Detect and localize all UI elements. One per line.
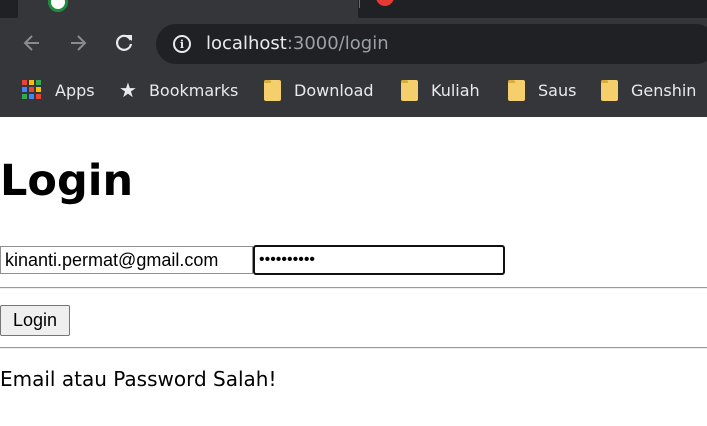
star-icon: ★ (119, 78, 137, 102)
reload-icon (116, 34, 133, 51)
bookmark-label: Apps (55, 80, 95, 100)
tab-strip (0, 0, 707, 18)
tab-active[interactable] (18, 0, 358, 18)
tab-favicon-icon[interactable] (376, 0, 394, 6)
reload-button[interactable] (111, 30, 137, 56)
bookmark-label: Kuliah (431, 80, 480, 100)
divider (0, 287, 707, 289)
url-text[interactable]: localhost:3000/login (206, 34, 389, 54)
bookmark-label: Saus (538, 80, 577, 100)
email-field[interactable] (0, 246, 253, 274)
page-content: Login Login Email atau Password Salah! (0, 117, 707, 426)
tab-favicon-icon (48, 0, 68, 12)
address-bar[interactable]: i localhost:3000/login (156, 24, 707, 64)
bookmark-label: Bookmarks (148, 80, 239, 100)
folder-icon (601, 79, 618, 101)
bookmark-download[interactable]: Download (264, 70, 374, 110)
apps-grid-icon (22, 80, 42, 100)
bookmark-kuliah[interactable]: Kuliah (401, 70, 480, 110)
folder-icon (401, 79, 418, 101)
browser-chrome: i localhost:3000/login Apps ★ Bookmarks … (0, 0, 707, 117)
error-message: Email atau Password Salah! (0, 367, 277, 391)
arrow-left-icon (23, 35, 39, 51)
bookmark-label: Genshin (631, 80, 697, 100)
bookmark-bookmarks[interactable]: ★ Bookmarks (119, 70, 238, 110)
url-path: :3000/login (286, 33, 389, 54)
bookmark-saus[interactable]: Saus (508, 70, 576, 110)
bookmark-genshin[interactable]: Genshin (601, 70, 696, 110)
page-title: Login (0, 156, 134, 206)
forward-button[interactable] (65, 30, 91, 56)
divider (0, 347, 707, 349)
arrow-right-icon (71, 35, 87, 51)
url-host: localhost (206, 33, 287, 54)
folder-icon (264, 79, 281, 101)
login-button[interactable]: Login (0, 305, 70, 336)
tab-separator (359, 0, 360, 8)
back-button[interactable] (19, 30, 45, 56)
bookmark-label: Download (294, 80, 374, 100)
password-field[interactable] (253, 245, 505, 275)
site-info-icon[interactable]: i (173, 35, 191, 53)
bookmarks-bar: Apps ★ Bookmarks Download Kuliah Saus Ge… (0, 70, 707, 110)
bookmark-apps[interactable]: Apps (22, 70, 95, 110)
folder-icon (508, 79, 525, 101)
